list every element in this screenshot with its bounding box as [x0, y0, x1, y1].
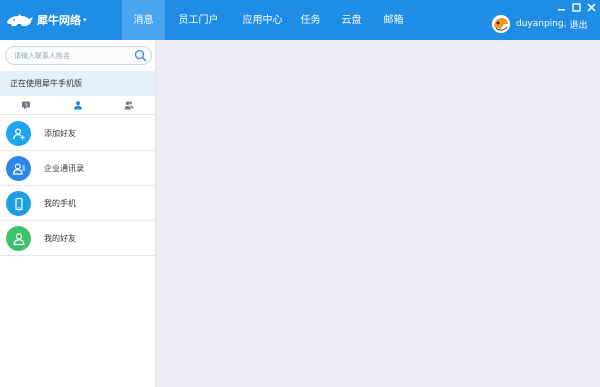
search-box	[5, 46, 152, 65]
list-item-label: 添加好友	[44, 129, 76, 138]
nav-tab-app-center[interactable]: 应用中心	[232, 0, 293, 40]
avatar[interactable]	[492, 15, 510, 33]
nav-tab-messages[interactable]: 消息	[122, 0, 165, 40]
list-item-my-friends[interactable]: 我的好友	[0, 221, 155, 256]
nav-tab-employee-portal[interactable]: 员工门户	[165, 0, 232, 40]
user-area: duyanping, 退出	[492, 14, 587, 34]
list-item-my-phone[interactable]: 我的手机	[0, 186, 155, 221]
app-title: 犀牛网络	[37, 14, 81, 27]
phone-icon	[6, 191, 31, 216]
nav-tab-mailbox[interactable]: 邮箱	[375, 0, 412, 40]
recent-chat-icon	[21, 101, 30, 110]
add-friend-icon	[6, 121, 31, 146]
list-item-add-friend[interactable]: 添加好友	[0, 116, 155, 151]
main-content-area	[157, 40, 600, 387]
maximize-icon[interactable]	[570, 2, 582, 12]
nav-tab-cloud-drive[interactable]: 云盘	[328, 0, 375, 40]
list-item-label: 我的好友	[44, 234, 76, 243]
main-nav: 消息 员工门户 应用中心 任务 云盘 邮箱	[122, 0, 412, 40]
sidebar: 正在使用犀牛手机版	[0, 40, 156, 387]
contact-person-icon	[73, 101, 82, 110]
list-item-label: 我的手机	[44, 199, 76, 208]
enterprise-contacts-icon	[6, 156, 31, 181]
minimize-icon[interactable]	[555, 2, 567, 12]
tab-groups[interactable]	[103, 96, 155, 114]
rhino-logo-icon	[7, 14, 33, 26]
user-avatar-icon	[492, 15, 510, 33]
nav-tab-tasks[interactable]: 任务	[293, 0, 328, 40]
chevron-down-icon: ▾	[83, 16, 87, 24]
tab-contacts[interactable]	[52, 96, 104, 114]
search-icon[interactable]	[134, 49, 147, 62]
search-input[interactable]	[14, 49, 132, 62]
friends-icon	[6, 226, 31, 251]
tab-recent-chats[interactable]	[0, 96, 52, 114]
logout-link[interactable]: 退出	[569, 18, 587, 31]
group-icon	[124, 101, 134, 110]
user-name: duyanping,	[516, 19, 567, 29]
mobile-version-banner[interactable]: 正在使用犀牛手机版	[0, 71, 155, 96]
list-item-label: 企业通讯录	[44, 164, 84, 173]
close-icon[interactable]	[585, 2, 597, 12]
list-item-enterprise-contacts[interactable]: 企业通讯录	[0, 151, 155, 186]
app-logo[interactable]: 犀牛网络 ▾	[6, 10, 87, 30]
contact-tabs	[0, 96, 155, 115]
contact-list: 添加好友 企业通讯录 我的手机 我的好友	[0, 116, 155, 256]
top-bar: 犀牛网络 ▾ 消息 员工门户 应用中心 任务 云盘 邮箱 duyanping, …	[0, 0, 600, 40]
